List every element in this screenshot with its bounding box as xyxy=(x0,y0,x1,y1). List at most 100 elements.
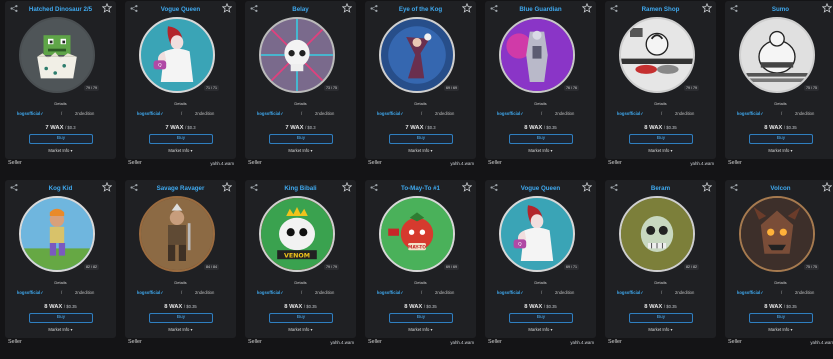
market-info-toggle[interactable]: Market Info ▾ xyxy=(725,148,833,153)
share-icon[interactable] xyxy=(610,4,618,13)
seller-name[interactable]: yahh.4.wam xyxy=(690,161,714,166)
card-title[interactable]: Volcon xyxy=(739,185,822,192)
nft-card[interactable]: Vogue Queen Q 71 / 71 Details kogsoffici… xyxy=(125,1,236,159)
share-icon[interactable] xyxy=(490,183,498,192)
nft-artwork[interactable] xyxy=(259,17,335,93)
card-title[interactable]: Sumo xyxy=(739,6,822,13)
buy-button[interactable]: Buy xyxy=(629,134,693,144)
nft-artwork[interactable]: MAY-TO xyxy=(379,196,455,272)
nft-card[interactable]: Blue Guardian 76 / 76 Details kogsoffici… xyxy=(485,1,596,159)
nft-artwork[interactable]: Q xyxy=(499,196,575,272)
share-icon[interactable] xyxy=(130,183,138,192)
share-icon[interactable] xyxy=(370,4,378,13)
collection-name[interactable]: kogsofficial✓ xyxy=(617,290,644,295)
share-icon[interactable] xyxy=(370,183,378,192)
collection-name[interactable]: kogsofficial✓ xyxy=(137,111,164,116)
share-icon[interactable] xyxy=(10,4,18,13)
collection-name[interactable]: kogsofficial✓ xyxy=(17,290,44,295)
schema-name[interactable]: 2ndedition xyxy=(555,290,574,295)
market-info-toggle[interactable]: Market Info ▾ xyxy=(365,148,476,153)
details-link[interactable]: Details xyxy=(365,280,476,285)
schema-name[interactable]: 2ndedition xyxy=(315,111,334,116)
details-link[interactable]: Details xyxy=(605,101,716,106)
card-title[interactable]: Kog Kid xyxy=(19,185,102,192)
market-info-toggle[interactable]: Market Info ▾ xyxy=(5,148,116,153)
market-info-toggle[interactable]: Market Info ▾ xyxy=(125,327,236,332)
schema-name[interactable]: 2ndedition xyxy=(795,290,814,295)
nft-artwork[interactable] xyxy=(619,17,695,93)
collection-name[interactable]: kogsofficial✓ xyxy=(737,290,764,295)
nft-card[interactable]: Kog Kid 82 / 82 Details kogsofficial✓ / … xyxy=(5,180,116,338)
nft-card[interactable]: Vogue Queen Q 69 / 71 Details kogsoffici… xyxy=(485,180,596,338)
star-icon[interactable] xyxy=(102,182,112,192)
details-link[interactable]: Details xyxy=(125,280,236,285)
nft-artwork[interactable] xyxy=(739,17,815,93)
star-icon[interactable] xyxy=(462,3,472,13)
schema-name[interactable]: 2ndedition xyxy=(795,111,814,116)
buy-button[interactable]: Buy xyxy=(509,134,573,144)
details-link[interactable]: Details xyxy=(5,101,116,106)
details-link[interactable]: Details xyxy=(605,280,716,285)
nft-card[interactable]: Volcon 75 / 75 Details kogsofficial✓ / 2… xyxy=(725,180,833,338)
collection-name[interactable]: kogsofficial✓ xyxy=(257,290,284,295)
star-icon[interactable] xyxy=(342,182,352,192)
details-link[interactable]: Details xyxy=(725,280,833,285)
buy-button[interactable]: Buy xyxy=(629,313,693,323)
collection-name[interactable]: kogsofficial✓ xyxy=(17,111,44,116)
collection-name[interactable]: kogsofficial✓ xyxy=(617,111,644,116)
share-icon[interactable] xyxy=(490,4,498,13)
nft-artwork[interactable] xyxy=(19,17,95,93)
nft-card[interactable]: Ramen Shop 79 / 79 Details kogsofficial✓… xyxy=(605,1,716,159)
market-info-toggle[interactable]: Market Info ▾ xyxy=(125,148,236,153)
nft-artwork[interactable] xyxy=(19,196,95,272)
details-link[interactable]: Details xyxy=(125,101,236,106)
collection-name[interactable]: kogsofficial✓ xyxy=(377,111,404,116)
card-title[interactable]: Vogue Queen xyxy=(499,185,582,192)
market-info-toggle[interactable]: Market Info ▾ xyxy=(365,327,476,332)
nft-artwork[interactable] xyxy=(739,196,815,272)
buy-button[interactable]: Buy xyxy=(269,134,333,144)
nft-card[interactable]: Sumo 75 / 75 Details kogsofficial✓ / 2nd… xyxy=(725,1,833,159)
details-link[interactable]: Details xyxy=(485,101,596,106)
share-icon[interactable] xyxy=(610,183,618,192)
star-icon[interactable] xyxy=(702,3,712,13)
buy-button[interactable]: Buy xyxy=(389,313,453,323)
market-info-toggle[interactable]: Market Info ▾ xyxy=(245,327,356,332)
schema-name[interactable]: 2ndedition xyxy=(315,290,334,295)
share-icon[interactable] xyxy=(10,183,18,192)
card-title[interactable]: Savage Ravager xyxy=(139,185,222,192)
schema-name[interactable]: 2ndedition xyxy=(75,290,94,295)
details-link[interactable]: Details xyxy=(5,280,116,285)
card-title[interactable]: Beram xyxy=(619,185,702,192)
star-icon[interactable] xyxy=(222,3,232,13)
schema-name[interactable]: 2ndedition xyxy=(195,290,214,295)
star-icon[interactable] xyxy=(822,182,832,192)
collection-name[interactable]: kogsofficial✓ xyxy=(497,290,524,295)
nft-artwork[interactable] xyxy=(499,17,575,93)
star-icon[interactable] xyxy=(462,182,472,192)
seller-name[interactable]: yahh.4.wam xyxy=(330,340,354,345)
star-icon[interactable] xyxy=(582,182,592,192)
star-icon[interactable] xyxy=(222,182,232,192)
nft-artwork[interactable]: Q xyxy=(139,17,215,93)
star-icon[interactable] xyxy=(582,3,592,13)
seller-name[interactable]: yahh.4.wam xyxy=(570,340,594,345)
market-info-toggle[interactable]: Market Info ▾ xyxy=(485,148,596,153)
market-info-toggle[interactable]: Market Info ▾ xyxy=(5,327,116,332)
nft-card[interactable]: Savage Ravager 84 / 84 Details kogsoffic… xyxy=(125,180,236,338)
seller-name[interactable]: yahh.4.wam xyxy=(810,340,833,345)
star-icon[interactable] xyxy=(702,182,712,192)
market-info-toggle[interactable]: Market Info ▾ xyxy=(485,327,596,332)
collection-name[interactable]: kogsofficial✓ xyxy=(737,111,764,116)
schema-name[interactable]: 2ndedition xyxy=(75,111,94,116)
nft-card[interactable]: Hatched Dinosaur 2/5 79 / 79 Details kog… xyxy=(5,1,116,159)
seller-name[interactable]: yahh.4.wam xyxy=(450,161,474,166)
market-info-toggle[interactable]: Market Info ▾ xyxy=(605,327,716,332)
card-title[interactable]: Ramen Shop xyxy=(619,6,702,13)
details-link[interactable]: Details xyxy=(245,280,356,285)
collection-name[interactable]: kogsofficial✓ xyxy=(377,290,404,295)
market-info-toggle[interactable]: Market Info ▾ xyxy=(725,327,833,332)
schema-name[interactable]: 2ndedition xyxy=(435,290,454,295)
share-icon[interactable] xyxy=(250,4,258,13)
market-info-toggle[interactable]: Market Info ▾ xyxy=(605,148,716,153)
